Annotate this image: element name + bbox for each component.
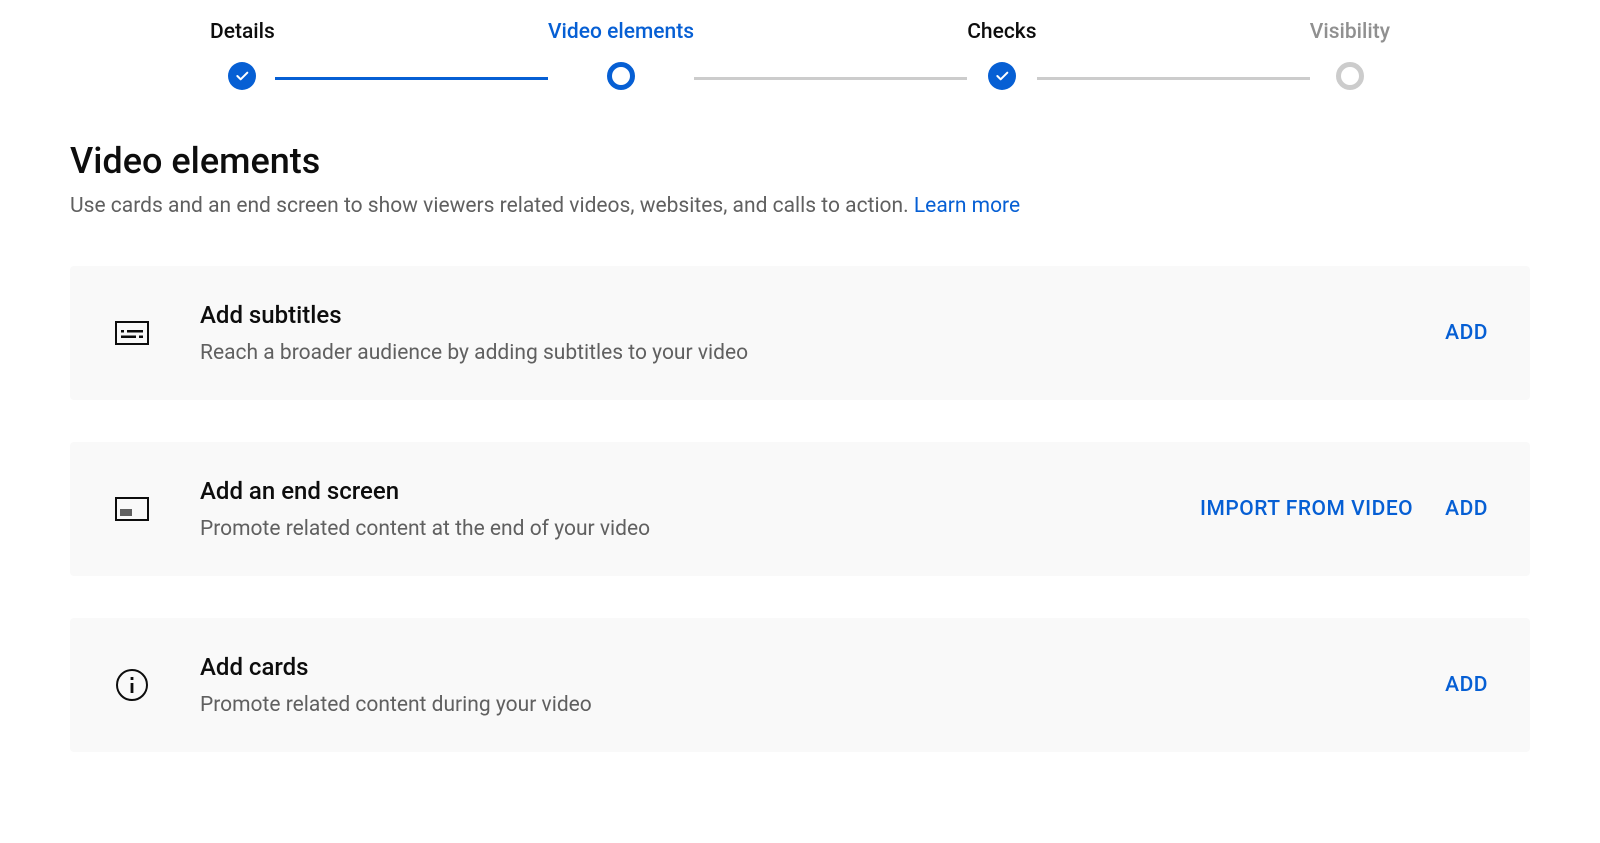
step-label: Checks	[967, 20, 1036, 44]
subtitle-text: Use cards and an end screen to show view…	[70, 194, 914, 218]
step-label: Details	[210, 20, 275, 44]
pending-step-icon	[1336, 62, 1364, 90]
card-desc: Reach a broader audience by adding subti…	[200, 341, 1445, 365]
card-subtitles: Add subtitles Reach a broader audience b…	[70, 266, 1530, 400]
add-end-screen-button[interactable]: ADD	[1445, 497, 1488, 521]
step-video-elements[interactable]: Video elements	[548, 20, 694, 90]
step-label: Visibility	[1310, 20, 1390, 44]
card-text: Add an end screen Promote related conten…	[200, 477, 1200, 541]
page-title: Video elements	[70, 140, 1530, 182]
check-circle-icon	[988, 62, 1016, 90]
card-end-screen: Add an end screen Promote related conten…	[70, 442, 1530, 576]
card-text: Add subtitles Reach a broader audience b…	[200, 301, 1445, 365]
end-screen-icon	[112, 497, 152, 521]
check-circle-icon	[228, 62, 256, 90]
subtitles-icon	[112, 321, 152, 345]
card-desc: Promote related content at the end of yo…	[200, 517, 1200, 541]
info-icon	[112, 668, 152, 702]
current-step-icon	[607, 62, 635, 90]
step-label: Video elements	[548, 20, 694, 44]
card-title: Add cards	[200, 653, 1445, 681]
step-checks[interactable]: Checks	[967, 20, 1036, 90]
import-from-video-button[interactable]: IMPORT FROM VIDEO	[1200, 497, 1413, 521]
learn-more-link[interactable]: Learn more	[914, 194, 1020, 218]
card-title: Add an end screen	[200, 477, 1200, 505]
card-text: Add cards Promote related content during…	[200, 653, 1445, 717]
card-add-cards: Add cards Promote related content during…	[70, 618, 1530, 752]
stepper-connector	[275, 77, 548, 80]
step-visibility[interactable]: Visibility	[1310, 20, 1390, 90]
add-subtitles-button[interactable]: ADD	[1445, 321, 1488, 345]
card-actions: ADD	[1445, 321, 1488, 345]
card-actions: ADD	[1445, 673, 1488, 697]
stepper-connector	[694, 77, 967, 80]
element-card-list: Add subtitles Reach a broader audience b…	[70, 266, 1530, 752]
card-desc: Promote related content during your vide…	[200, 693, 1445, 717]
page-subtitle: Use cards and an end screen to show view…	[70, 194, 1530, 218]
step-details[interactable]: Details	[210, 20, 275, 90]
stepper-connector	[1037, 77, 1310, 80]
card-title: Add subtitles	[200, 301, 1445, 329]
upload-stepper: Details Video elements Checks Visibility	[70, 20, 1530, 90]
add-cards-button[interactable]: ADD	[1445, 673, 1488, 697]
card-actions: IMPORT FROM VIDEO ADD	[1200, 497, 1488, 521]
